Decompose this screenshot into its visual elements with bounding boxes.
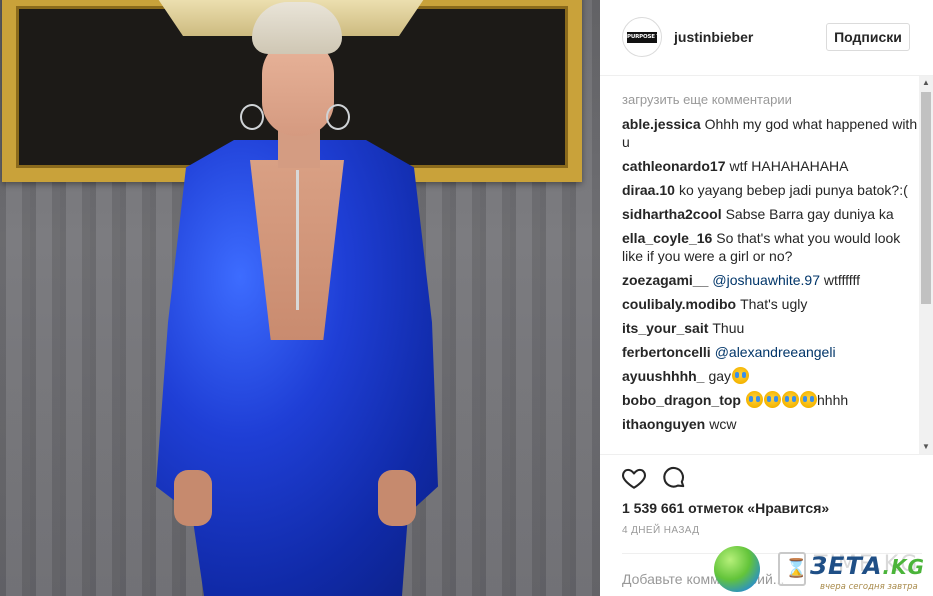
comment-author[interactable]: ella_coyle_16 — [622, 230, 712, 246]
post-timestamp[interactable]: 4 дней назад — [622, 525, 699, 536]
comment-text: wtffffff — [823, 272, 860, 288]
comment-item: ayuushhhh_ gay — [622, 367, 918, 385]
comment-text: wcw — [709, 416, 737, 432]
comment-author[interactable]: cathleonardo17 — [622, 158, 725, 174]
comment-item: zoezagami__ @joshuawhite.97 wtffffff — [622, 271, 918, 289]
comment-item: cathleonardo17 wtf HAHAHAHAHA — [622, 157, 918, 175]
comment-item: ithaonguyen wcw — [622, 415, 918, 433]
following-button[interactable]: Подписки — [826, 23, 910, 51]
comments-scrollbar[interactable]: ▲ ▼ — [919, 76, 933, 454]
tears-of-joy-emoji-icon — [746, 391, 763, 408]
load-more-comments-link[interactable]: загрузить еще комментарии — [622, 92, 918, 107]
necklace — [296, 170, 299, 310]
scroll-up-arrow-icon[interactable]: ▲ — [919, 76, 933, 90]
comment-text: wtf HAHAHAHAHA — [729, 158, 849, 174]
comment-text: ko yayang bebep jadi punya batok?:( — [678, 182, 908, 198]
comment-author[interactable]: ferbertoncelli — [622, 344, 711, 360]
comment-author[interactable]: coulibaly.modibo — [622, 296, 736, 312]
hourglass-icon — [778, 552, 807, 586]
avatar-logo: PURPOSE TOUR — [627, 31, 657, 43]
comment-text: Thuu — [712, 320, 745, 336]
watermark-brand-name: ЗЕТА — [810, 552, 883, 580]
heart-icon[interactable] — [621, 465, 647, 491]
hoop-earring-right — [326, 104, 350, 130]
tears-of-joy-emoji-icon — [732, 367, 750, 384]
right-hand — [378, 470, 416, 526]
watermark-domain: .KG — [882, 555, 925, 579]
comment-item: bobo_dragon_top hhhh — [622, 391, 918, 409]
comment-text: Sabse Barra gay duniya ka — [725, 206, 894, 222]
tears-of-joy-emoji-icon — [782, 391, 799, 408]
comment-item: ferbertoncelli @alexandreeangeli — [622, 343, 918, 361]
hoop-earring-left — [240, 104, 264, 130]
comment-text: gay — [708, 368, 732, 384]
tears-of-joy-emoji-icon — [800, 391, 817, 408]
comment-author[interactable]: able.jessica — [622, 116, 701, 132]
comment-author[interactable]: its_your_sait — [622, 320, 708, 336]
comment-text: That's ugly — [740, 296, 808, 312]
globe-logo-icon — [714, 546, 760, 592]
comment-item: ella_coyle_16 So that's what you would lo… — [622, 229, 918, 265]
username-link[interactable]: justinbieber — [674, 29, 753, 45]
post-sidebar: PURPOSE TOUR justinbieber Подписки загру… — [600, 0, 933, 596]
likes-count[interactable]: 1 539 661 отметок «Нравится» — [622, 500, 829, 516]
comment-author[interactable]: bobo_dragon_top — [622, 392, 741, 408]
comment-mention[interactable]: @alexandreeangeli — [715, 344, 836, 360]
comment-icon[interactable] — [661, 465, 687, 491]
comment-item: diraa.10 ko yayang bebep jadi punya batok… — [622, 181, 918, 199]
watermark-brand: ЗЕТА.KG — [810, 552, 925, 580]
left-hand — [174, 470, 212, 526]
comment-author[interactable]: sidhartha2cool — [622, 206, 722, 222]
comment-author[interactable]: zoezagami__ — [622, 272, 708, 288]
comment-text: hhhh — [817, 392, 849, 408]
bleached-hair — [252, 2, 342, 54]
comment-item: sidhartha2cool Sabse Barra gay duniya ka — [622, 205, 918, 223]
comment-item: its_your_sait Thuu — [622, 319, 918, 337]
scroll-down-arrow-icon[interactable]: ▼ — [919, 440, 933, 454]
avatar[interactable]: PURPOSE TOUR — [622, 17, 662, 57]
comment-author[interactable]: diraa.10 — [622, 182, 675, 198]
comment-author[interactable]: ithaonguyen — [622, 416, 705, 432]
comments-list[interactable]: загрузить еще комментарии able.jessica Oh… — [622, 88, 918, 454]
comment-item: coulibaly.modibo That's ugly — [622, 295, 918, 313]
post-photo — [0, 0, 600, 596]
zeta-kg-watermark: TIME.KG ЗЕТА.KG вчера сегодня завтра — [714, 542, 933, 596]
scrollbar-thumb[interactable] — [921, 92, 931, 304]
post-header: PURPOSE TOUR justinbieber Подписки — [600, 0, 933, 76]
watermark-tagline: вчера сегодня завтра — [820, 582, 918, 592]
comment-author[interactable]: ayuushhhh_ — [622, 368, 704, 384]
tears-of-joy-emoji-icon — [764, 391, 781, 408]
comment-item: able.jessica Ohhh my god what happened wi… — [622, 115, 918, 151]
comment-mention[interactable]: @joshuawhite.97 — [712, 272, 820, 288]
person-figure — [150, 0, 450, 596]
